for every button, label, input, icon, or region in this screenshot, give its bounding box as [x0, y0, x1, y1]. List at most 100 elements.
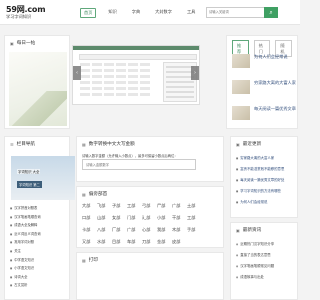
column-link[interactable]: 汉字笔画笔顺查询: [10, 214, 40, 219]
radical-link[interactable]: 工部: [187, 215, 202, 221]
radical-link[interactable]: 尸部: [157, 203, 172, 209]
misc-title: 打印: [88, 258, 98, 263]
news-link[interactable]: 汉字笔画笔顺常见问题: [236, 263, 302, 268]
latest-panel: ▣ 最近更新 穷家路大离的大富人家 富贵不能淫贫贱不能移的意思 每天阅读一篇优秀…: [230, 136, 298, 218]
latest-link[interactable]: 穷家路大离的大富人家: [236, 155, 302, 160]
news-link[interactable]: 成语故事与出处: [236, 274, 302, 279]
search-input[interactable]: [207, 8, 265, 16]
book-icon: ▣: [10, 40, 14, 46]
news-icon: ▣: [236, 227, 240, 233]
radical-grid: 大部 飞部 子部 工部 弓部 尸部 广部 土部 口部 山部 女部 门部 廴部 小…: [82, 203, 202, 251]
mountain-illustration: [9, 91, 67, 126]
radical-link[interactable]: 口部: [82, 215, 97, 221]
news-title: 最新资讯: [242, 228, 262, 233]
column-link[interactable]: 古文赏析: [10, 282, 41, 287]
radical-link[interactable]: 广部: [172, 203, 187, 209]
radical-link[interactable]: 厂部: [112, 227, 127, 233]
list-item[interactable]: 穷家路大离的大富人家: [232, 80, 296, 101]
refresh-icon: ▣: [236, 141, 240, 147]
radical-link[interactable]: 皮部: [172, 239, 187, 245]
radical-link[interactable]: 车部: [127, 239, 142, 245]
radical-link[interactable]: 我部: [157, 227, 172, 233]
site-slogan: 学习字词知识: [6, 14, 32, 19]
radical-link[interactable]: 目部: [112, 239, 127, 245]
news-list: 近期热门汉字知识分享 直接了当的表达意思 汉字笔画笔顺常见问题 成语故事与出处: [236, 241, 302, 285]
recommend-title[interactable]: 为何人们会经常说: [254, 54, 296, 60]
radical-link[interactable]: 手部: [187, 227, 202, 233]
column-link[interactable]: 汉字拼音对照表: [10, 205, 41, 210]
radical-link[interactable]: 八部: [97, 227, 112, 233]
calculator-icon: ▦: [82, 141, 86, 147]
slide-next-button[interactable]: ›: [191, 66, 199, 80]
latest-link[interactable]: 学习字词知识的方法有哪些: [236, 188, 302, 193]
slide-search-bar: [79, 54, 197, 60]
nav-dictionary[interactable]: 字典: [129, 8, 143, 18]
recommend-title[interactable]: 每天阅读一篇优秀文章: [254, 106, 296, 112]
convert-title: 数字转换中文大写金额: [88, 142, 135, 147]
column-title: 栏目导航: [16, 142, 35, 147]
radical-link[interactable]: 女部: [112, 215, 127, 221]
daily-title: 每日一帖: [16, 41, 36, 46]
print-icon: ▦: [82, 257, 86, 263]
radical-link[interactable]: 弓部: [142, 203, 157, 209]
nav-knowledge[interactable]: 知识: [105, 8, 119, 18]
nav-home[interactable]: 首页: [80, 8, 97, 18]
daily-heading: ▣ 每日一帖: [10, 40, 36, 47]
nav-tools[interactable]: 工具: [184, 8, 198, 18]
radical-link[interactable]: 工部: [127, 203, 142, 209]
radical-link[interactable]: 刀部: [142, 239, 157, 245]
daily-image[interactable]: [9, 52, 67, 126]
slide-prev-button[interactable]: ‹: [73, 66, 81, 80]
search-box: [206, 7, 266, 18]
news-link[interactable]: 近期热门汉字知识分享: [236, 241, 302, 246]
misc-heading: ▦ 打印: [82, 257, 98, 264]
convert-instruction: 请输入数字金额（允许输入小数点），最多可保留小数点后两位：: [82, 154, 178, 158]
column-link[interactable]: 关注: [10, 248, 41, 253]
latest-link[interactable]: 每天阅读一篇优秀文章的好处: [236, 177, 302, 182]
radical-link[interactable]: 金部: [157, 239, 172, 245]
column-link[interactable]: 成语大全及解释: [10, 222, 41, 227]
radical-link[interactable]: 广部: [127, 227, 142, 233]
column-link[interactable]: 中学语文知识: [10, 257, 41, 262]
grid-icon: ▦: [82, 191, 86, 197]
radical-link[interactable]: 卡部: [82, 227, 97, 233]
column-link[interactable]: 常用字词对照: [10, 239, 41, 244]
radical-link[interactable]: 山部: [97, 215, 112, 221]
column-link[interactable]: 近义词反义词查询: [10, 231, 40, 236]
latest-heading: ▣ 最近更新: [236, 141, 261, 148]
recommend-list: 为何人们会经常说 穷家路大离的大富人家 每天阅读一篇优秀文章: [232, 54, 296, 132]
search-button[interactable]: ⌕: [264, 7, 278, 18]
column-panel: ☰ 栏目导航 字词知识 大全 字词知识 第二 汉字拼音对照表 汉字笔画笔顺查询 …: [4, 136, 75, 300]
misc-panel: ▦ 打印: [76, 252, 224, 300]
banner-caption: 字词知识 大全: [17, 169, 41, 174]
radical-link[interactable]: 心部: [142, 227, 157, 233]
radical-link[interactable]: 小部: [157, 215, 172, 221]
column-banner-image[interactable]: [11, 156, 75, 200]
amount-input[interactable]: [82, 159, 196, 170]
radical-link[interactable]: 门部: [127, 215, 142, 221]
radical-link[interactable]: 干部: [172, 215, 187, 221]
radical-link[interactable]: 土部: [187, 203, 202, 209]
radical-link[interactable]: 大部: [82, 203, 97, 209]
nav-uppercase-numbers[interactable]: 大封数字: [152, 8, 175, 18]
latest-link[interactable]: 富贵不能淫贫贱不能移的意思: [236, 166, 302, 171]
column-link[interactable]: 诗词大全: [10, 274, 41, 279]
list-icon: ☰: [10, 141, 14, 147]
radical-link[interactable]: 子部: [112, 203, 127, 209]
news-heading: ▣ 最新资讯: [236, 227, 262, 234]
radical-link[interactable]: 又部: [82, 239, 97, 245]
list-item[interactable]: 每天阅读一篇优秀文章: [232, 106, 296, 127]
news-link[interactable]: 直接了当的表达意思: [236, 252, 302, 257]
radical-link[interactable]: 飞部: [97, 203, 112, 209]
column-link[interactable]: 小学语文知识: [10, 265, 41, 270]
radical-title: 偏旁部首: [88, 192, 108, 197]
recommend-title[interactable]: 穷家路大离的大富人家: [254, 80, 296, 86]
list-item[interactable]: 为何人们会经常说: [232, 54, 296, 75]
featured-slide[interactable]: ‹ ›: [72, 45, 200, 105]
radical-link[interactable]: 木部: [172, 227, 187, 233]
latest-link[interactable]: 为何人们会经常说: [236, 199, 302, 204]
slide-grid: [79, 62, 159, 102]
search-icon: ⌕: [269, 9, 273, 16]
radical-link[interactable]: 水部: [97, 239, 112, 245]
radical-link[interactable]: 廴部: [142, 215, 157, 221]
